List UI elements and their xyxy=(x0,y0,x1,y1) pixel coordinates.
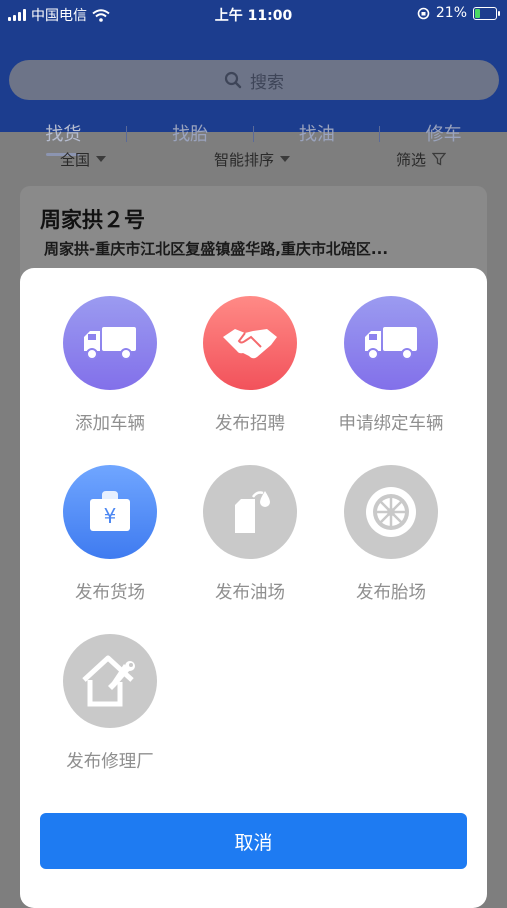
sort-label: 智能排序 xyxy=(214,150,275,169)
post-cargo-yard-action[interactable]: ¥ 发布货场 xyxy=(35,465,185,604)
handshake-icon xyxy=(203,296,297,390)
filter-bar: 全国 智能排序 筛选 xyxy=(0,132,507,186)
action-label: 发布修理厂 xyxy=(66,752,154,772)
action-label: 发布胎场 xyxy=(356,583,426,603)
action-sheet: 添加车辆 发布招聘 申请绑定车辆 ¥ 发布货场 发布油场 发布胎场 发布修理厂 xyxy=(20,268,487,908)
sort-dropdown[interactable]: 智能排序 xyxy=(214,149,291,170)
status-right: 21% xyxy=(417,5,500,21)
header: 搜索 找货 找胎 找油 修车 xyxy=(0,28,507,156)
post-recruitment-action[interactable]: 发布招聘 xyxy=(175,296,325,435)
orientation-lock-icon xyxy=(417,7,430,19)
action-label: 申请绑定车辆 xyxy=(338,414,444,434)
region-dropdown[interactable]: 全国 xyxy=(60,149,107,170)
truck-icon xyxy=(344,296,438,390)
caret-down-icon xyxy=(280,156,291,162)
listing-title: 周家拱２号 xyxy=(40,208,145,232)
cancel-button[interactable]: 取消 xyxy=(40,813,467,869)
svg-text:¥: ¥ xyxy=(104,504,117,528)
region-label: 全国 xyxy=(60,150,91,169)
tire-icon xyxy=(344,465,438,559)
action-label: 发布油场 xyxy=(215,583,285,603)
search-placeholder: 搜索 xyxy=(250,72,284,93)
search-icon xyxy=(224,71,242,89)
bind-vehicle-action[interactable]: 申请绑定车辆 xyxy=(316,296,466,435)
filter-label: 筛选 xyxy=(396,150,427,169)
post-oil-station-action[interactable]: 发布油场 xyxy=(175,465,325,604)
action-label: 发布货场 xyxy=(75,583,145,603)
add-vehicle-action[interactable]: 添加车辆 xyxy=(35,296,185,435)
battery-icon xyxy=(473,6,500,20)
status-bar: 中国电信 上午 11:00 21% xyxy=(0,0,507,28)
listing-address: 周家拱-重庆市江北区复盛镇盛华路,重庆市北碚区... xyxy=(44,240,389,258)
filter-button[interactable]: 筛选 xyxy=(396,149,447,170)
action-label: 添加车辆 xyxy=(75,414,145,434)
post-tire-shop-action[interactable]: 发布胎场 xyxy=(316,465,466,604)
yuan-bag-icon: ¥ xyxy=(63,465,157,559)
truck-icon xyxy=(63,296,157,390)
post-repair-shop-action[interactable]: 发布修理厂 xyxy=(35,634,185,773)
funnel-icon xyxy=(432,152,447,166)
search-bar[interactable]: 搜索 xyxy=(9,60,499,100)
caret-down-icon xyxy=(96,156,107,162)
action-label: 发布招聘 xyxy=(215,414,285,434)
oil-can-icon xyxy=(203,465,297,559)
battery-percent: 21% xyxy=(435,5,467,21)
repair-house-icon xyxy=(63,634,157,728)
